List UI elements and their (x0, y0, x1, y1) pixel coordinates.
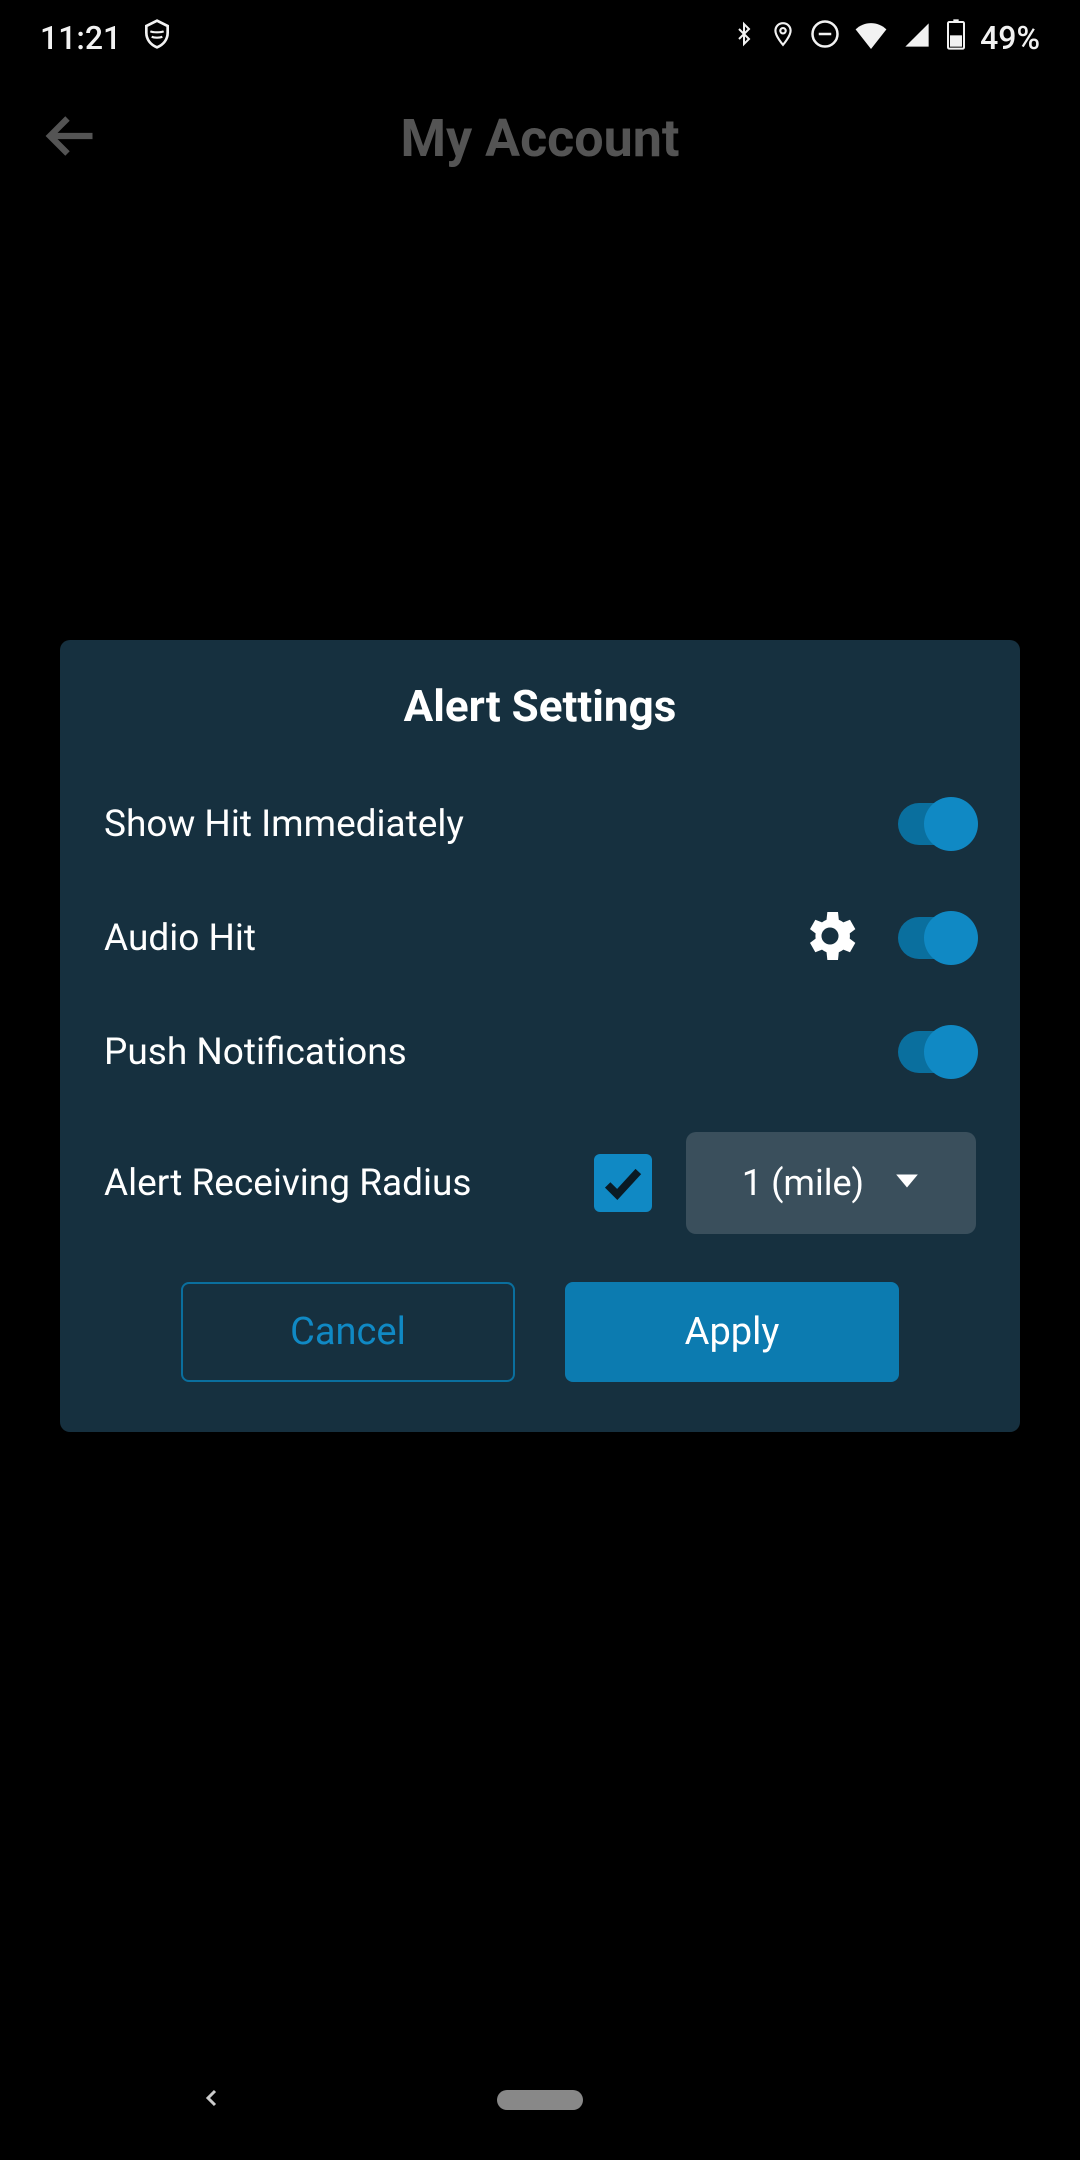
row-push-notifications: Push Notifications (104, 1020, 976, 1084)
dialog-buttons: Cancel Apply (104, 1282, 976, 1382)
label-audio-hit: Audio Hit (104, 917, 256, 960)
chevron-down-icon (894, 1172, 920, 1194)
gear-icon[interactable] (798, 904, 862, 972)
label-push-notifications: Push Notifications (104, 1031, 407, 1074)
dialog-title: Alert Settings (104, 680, 976, 732)
system-nav-bar (0, 2040, 1080, 2160)
cancel-button[interactable]: Cancel (181, 1282, 515, 1382)
label-show-hit: Show Hit Immediately (104, 803, 464, 846)
toggle-push-notifications[interactable] (898, 1031, 976, 1073)
toggle-show-hit[interactable] (898, 803, 976, 845)
row-show-hit: Show Hit Immediately (104, 792, 976, 856)
select-radius-value: 1 (mile) (742, 1162, 864, 1204)
toggle-audio-hit[interactable] (898, 917, 976, 959)
nav-home-pill[interactable] (497, 2090, 583, 2110)
apply-button[interactable]: Apply (565, 1282, 899, 1382)
row-audio-hit: Audio Hit (104, 904, 976, 972)
nav-back-icon[interactable] (200, 2083, 224, 2117)
apply-button-label: Apply (685, 1310, 780, 1354)
label-alert-radius: Alert Receiving Radius (104, 1162, 471, 1205)
select-radius[interactable]: 1 (mile) (686, 1132, 976, 1234)
row-alert-radius: Alert Receiving Radius 1 (mile) (104, 1132, 976, 1234)
checkbox-alert-radius[interactable] (594, 1154, 652, 1212)
alert-settings-dialog: Alert Settings Show Hit Immediately Audi… (60, 640, 1020, 1432)
cancel-button-label: Cancel (290, 1310, 406, 1354)
